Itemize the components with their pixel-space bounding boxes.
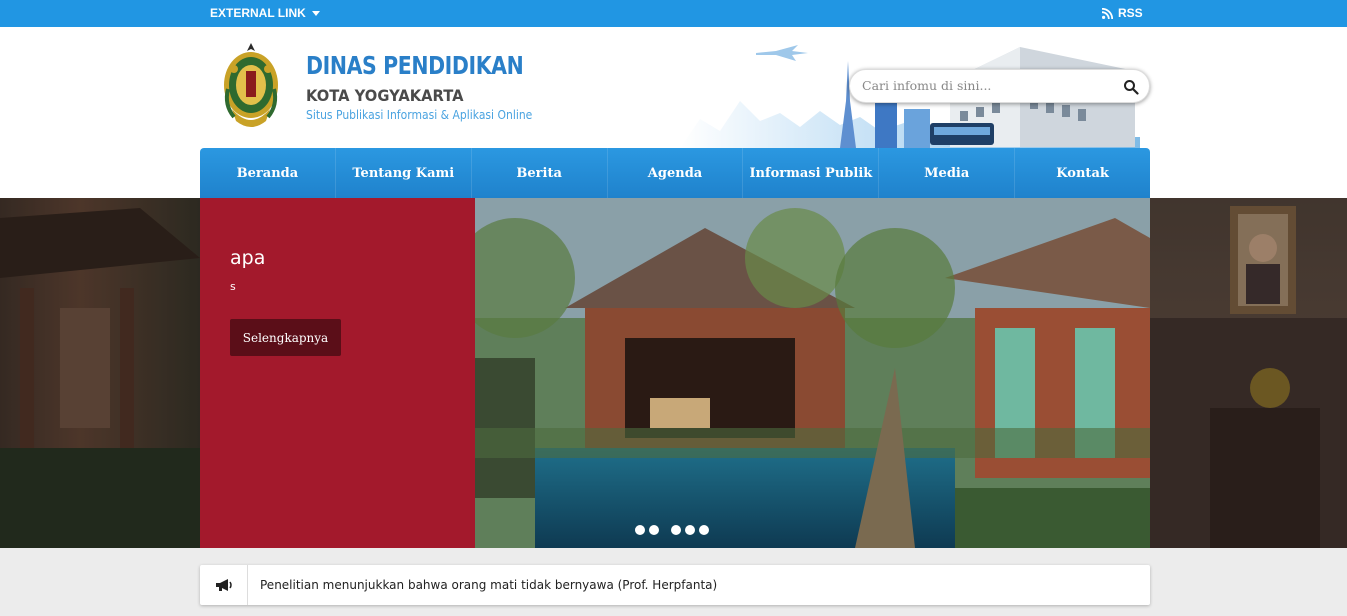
right-dim-overlay [1150,198,1347,548]
nav-item-berita[interactable]: Berita [472,148,608,198]
search-icon[interactable] [1123,79,1139,95]
main-navigation: Beranda Tentang Kami Berita Agenda Infor… [200,148,1150,198]
nav-item-agenda[interactable]: Agenda [608,148,744,198]
slide-image-villa-pool [475,198,1150,548]
read-more-button[interactable]: Selengkapnya [230,319,341,356]
hero-slider: apa s Selengkapnya [0,198,1347,548]
slider-dot[interactable] [685,525,695,535]
rss-link[interactable]: RSS [1102,6,1143,20]
rss-label: RSS [1118,6,1143,20]
ticker-message[interactable]: Penelitian menunjukkan bahwa orang mati … [260,578,717,592]
left-dim-overlay [0,198,200,548]
slider-pagination [635,525,709,535]
search-box [849,69,1150,103]
megaphone-icon [215,579,232,591]
nav-item-media[interactable]: Media [879,148,1016,198]
brand-subtitle: KOTA YOGYAKARTA [306,86,464,105]
external-link-dropdown[interactable]: EXTERNAL LINK [210,6,320,20]
brand-title: DINAS PENDIDIKAN [306,51,524,80]
slide-caption-panel: apa s Selengkapnya [200,198,475,548]
slide-caption-title: apa [230,247,266,269]
nav-item-beranda[interactable]: Beranda [200,148,336,198]
external-link-label: EXTERNAL LINK [210,6,306,20]
caret-down-icon [311,10,320,16]
yogyakarta-emblem-logo[interactable] [220,39,282,133]
slider-dot[interactable] [635,525,645,535]
slider-dot[interactable] [649,525,659,535]
news-ticker: Penelitian menunjukkan bahwa orang mati … [200,565,1150,605]
rss-icon [1102,7,1113,19]
brand-tagline: Situs Publikasi Informasi & Aplikasi Onl… [306,108,533,122]
nav-item-informasi-publik[interactable]: Informasi Publik [743,148,880,198]
search-input[interactable] [862,78,1112,93]
slider-dot[interactable] [671,525,681,535]
slide-caption-text: s [230,280,236,293]
top-bar: EXTERNAL LINK RSS [0,0,1347,27]
nav-item-tentang-kami[interactable]: Tentang Kami [336,148,472,198]
slider-dot[interactable] [699,525,709,535]
nav-item-kontak[interactable]: Kontak [1015,148,1150,198]
